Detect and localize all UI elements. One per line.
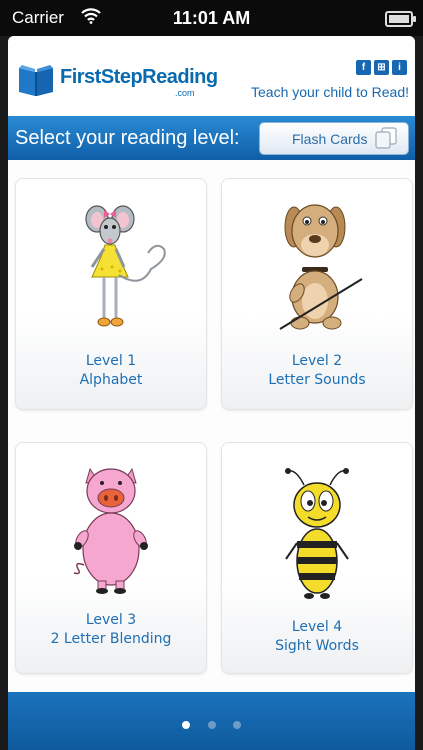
level-number: Level 3	[85, 612, 137, 628]
pig-character-icon	[16, 443, 206, 608]
level-card-title: Level 4 Sight Words	[222, 618, 412, 656]
level-card-title: Level 3 2 Letter Blending	[16, 611, 206, 649]
level-card-4[interactable]: Level 4 Sight Words	[221, 442, 413, 674]
brand-name: FirstStepReading	[60, 66, 218, 88]
level-name: Alphabet	[79, 372, 143, 388]
book-logo-icon	[16, 60, 56, 102]
page-dot-3[interactable]	[232, 721, 241, 729]
level-card-title: Level 1 Alphabet	[16, 352, 206, 390]
page-indicator[interactable]	[8, 714, 415, 733]
app-screen: FirstStepReading .com f ⊞ i Teach your c…	[8, 36, 415, 750]
share-icons: f ⊞ i	[356, 60, 407, 75]
info-icon[interactable]: i	[392, 60, 407, 75]
level-name: 2 Letter Blending	[50, 631, 172, 647]
level-card-1[interactable]: Level 1 Alphabet	[15, 178, 207, 410]
bee-character-icon	[222, 443, 412, 608]
flash-cards-label: Flash Cards	[292, 131, 368, 147]
facebook-icon[interactable]: f	[356, 60, 371, 75]
level-card-2[interactable]: Level 2 Letter Sounds	[221, 178, 413, 410]
status-time: 11:01 AM	[172, 8, 251, 28]
mouse-character-icon	[16, 179, 206, 344]
level-card-3[interactable]: Level 3 2 Letter Blending	[15, 442, 207, 674]
level-number: Level 2	[291, 353, 343, 369]
level-number: Level 4	[291, 619, 343, 635]
level-name: Sight Words	[275, 638, 359, 654]
dog-character-icon	[222, 179, 412, 344]
page-dot-1[interactable]	[182, 721, 191, 729]
page-dot-2[interactable]	[207, 721, 216, 729]
windows-icon[interactable]: ⊞	[374, 60, 389, 75]
level-grid: Level 1 Alphabet Level 2 Letter Sounds L…	[8, 160, 415, 692]
cards-icon	[374, 127, 398, 152]
header: FirstStepReading .com f ⊞ i Teach your c…	[8, 36, 415, 116]
brand-suffix: .com	[175, 88, 195, 98]
level-card-title: Level 2 Letter Sounds	[222, 352, 412, 390]
level-number: Level 1	[85, 353, 137, 369]
level-name: Letter Sounds	[268, 372, 366, 388]
flash-cards-button[interactable]: Flash Cards	[259, 122, 409, 155]
level-select-title: Select your reading level:	[15, 127, 240, 149]
status-bar: Carrier 11:01 AM	[0, 0, 423, 36]
battery-icon	[385, 11, 416, 27]
footer-bar	[8, 692, 415, 750]
level-select-bar: Select your reading level: Flash Cards	[8, 116, 415, 160]
tagline: Teach your child to Read!	[251, 84, 409, 100]
